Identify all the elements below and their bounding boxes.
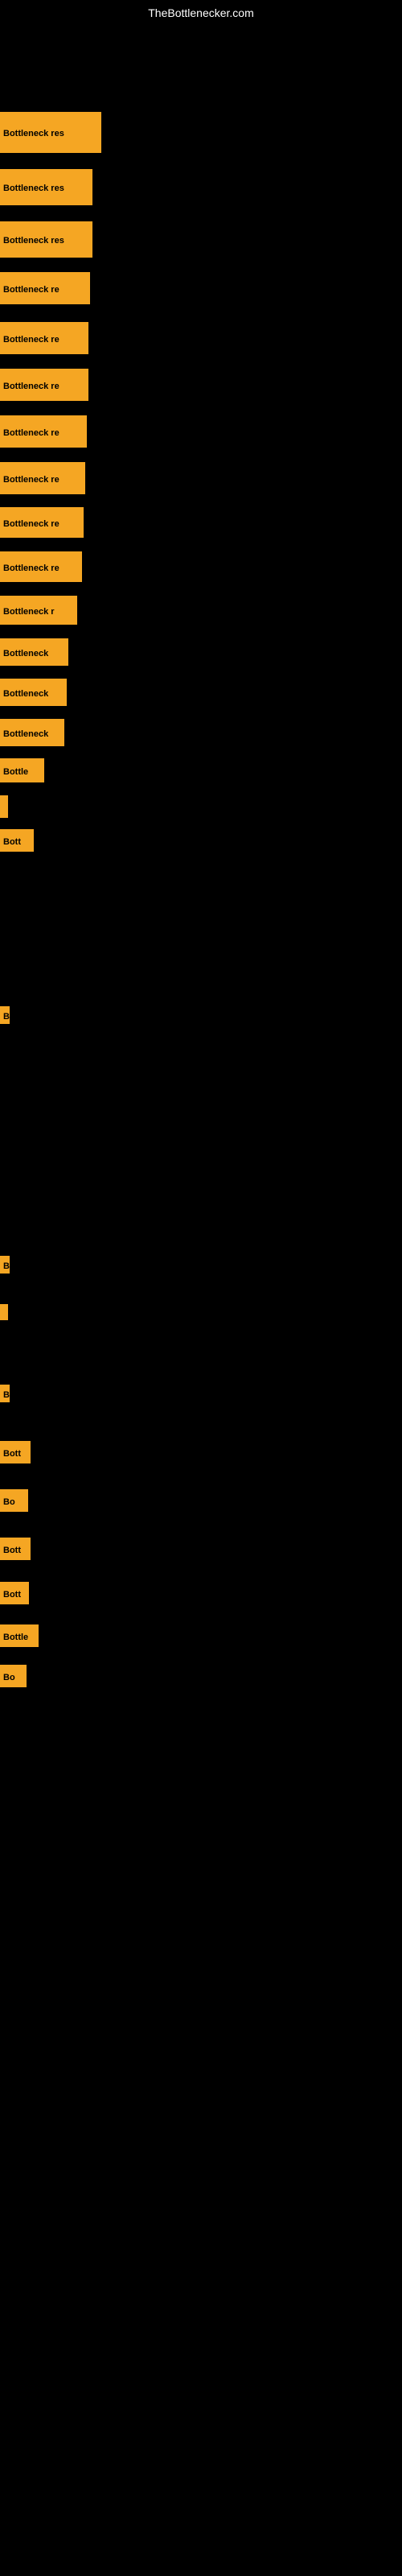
bottleneck-item-12[interactable]: Bottleneck [0, 679, 67, 706]
bottleneck-item-21[interactable]: Bott [0, 1441, 31, 1463]
bottleneck-item-17[interactable]: B [0, 1006, 10, 1024]
bottleneck-item-7[interactable]: Bottleneck re [0, 462, 85, 494]
bottleneck-item-9[interactable]: Bottleneck re [0, 551, 82, 582]
bottleneck-item-25[interactable]: Bottle [0, 1624, 39, 1647]
bottleneck-item-1[interactable]: Bottleneck res [0, 169, 92, 205]
site-title: TheBottlenecker.com [148, 6, 254, 19]
bottleneck-item-13[interactable]: Bottleneck [0, 719, 64, 746]
bottleneck-item-23[interactable]: Bott [0, 1538, 31, 1560]
bottleneck-item-0[interactable]: Bottleneck res [0, 112, 101, 153]
bottleneck-item-14[interactable]: Bottle [0, 758, 44, 782]
bottleneck-item-3[interactable]: Bottleneck re [0, 272, 90, 304]
bottleneck-item-20[interactable]: B [0, 1385, 10, 1402]
bottleneck-item-22[interactable]: Bo [0, 1489, 28, 1512]
bottleneck-item-2[interactable]: Bottleneck res [0, 221, 92, 258]
bottleneck-item-10[interactable]: Bottleneck r [0, 596, 77, 625]
bottleneck-item-15[interactable] [0, 795, 8, 818]
bottleneck-item-19[interactable] [0, 1304, 8, 1320]
bottleneck-item-16[interactable]: Bott [0, 829, 34, 852]
bottleneck-item-11[interactable]: Bottleneck [0, 638, 68, 666]
bottleneck-item-4[interactable]: Bottleneck re [0, 322, 88, 354]
bottleneck-item-6[interactable]: Bottleneck re [0, 415, 87, 448]
bottleneck-item-8[interactable]: Bottleneck re [0, 507, 84, 538]
bottleneck-item-24[interactable]: Bott [0, 1582, 29, 1604]
bottleneck-item-18[interactable]: B [0, 1256, 10, 1274]
bottleneck-item-5[interactable]: Bottleneck re [0, 369, 88, 401]
bottleneck-item-26[interactable]: Bo [0, 1665, 27, 1687]
